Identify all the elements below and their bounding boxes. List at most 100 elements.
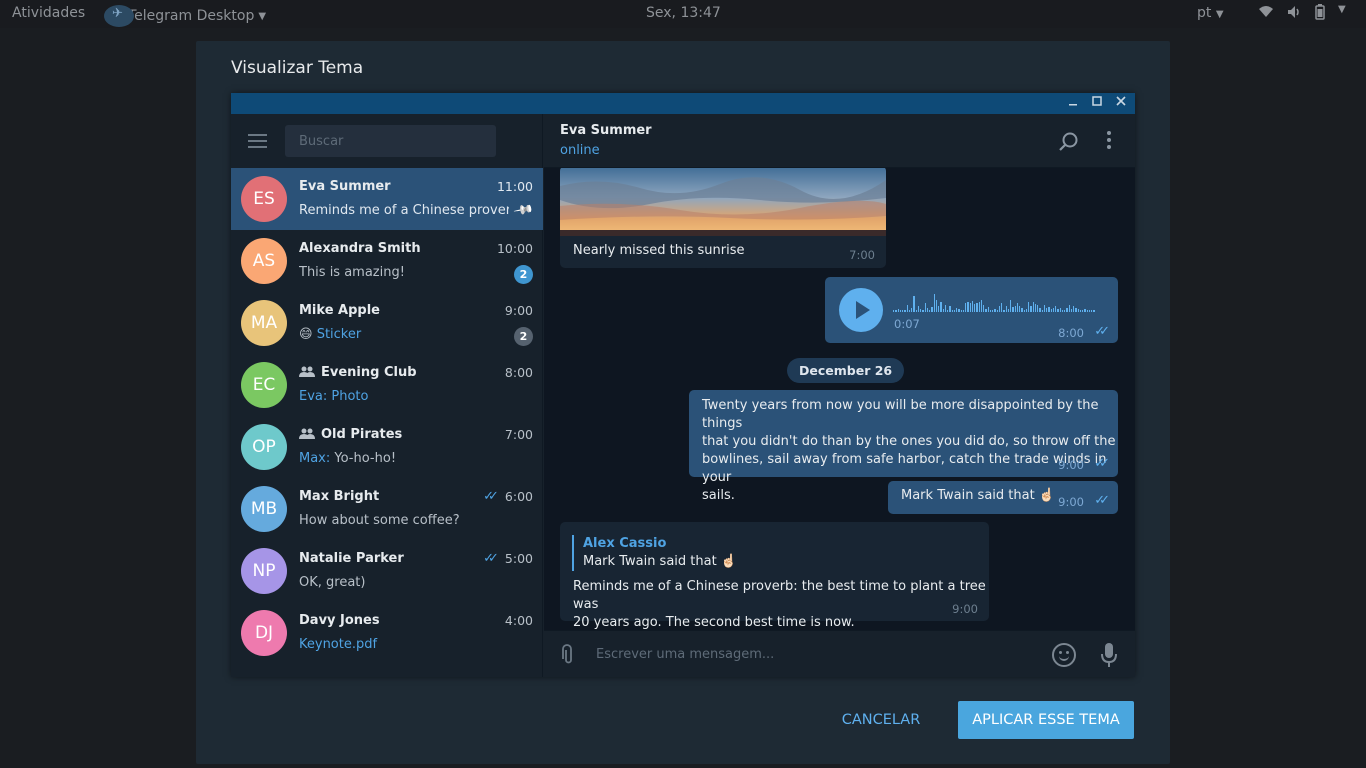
chat-list-item[interactable]: MA Mike Apple 9:00 😄 Sticker 2: [231, 292, 543, 354]
waveform-bar: [897, 309, 899, 312]
waveform-bar: [1014, 306, 1016, 312]
emoji-icon[interactable]: [1052, 643, 1076, 667]
clock[interactable]: Sex, 13:47: [646, 5, 721, 21]
chat-time: 10:00: [497, 241, 533, 256]
photo-message[interactable]: Nearly missed this sunrise 7:00: [560, 168, 886, 268]
peer-status: online: [560, 143, 600, 158]
waveform-bar: [1034, 304, 1036, 312]
voice-waveform[interactable]: [893, 290, 1095, 312]
menu-icon[interactable]: [248, 134, 267, 148]
chat-time-text: 11:00: [496, 179, 533, 194]
waveform-bar: [933, 294, 935, 312]
reply-message[interactable]: Alex Cassio Mark Twain said that ☝🏻 Remi…: [560, 522, 989, 630]
chat-time-text: 7:00: [504, 427, 533, 442]
chat-time: 9:00: [505, 303, 533, 318]
message-time: 8:00: [1058, 326, 1084, 340]
attach-icon[interactable]: [551, 638, 582, 669]
cancel-button[interactable]: CANCELAR: [828, 701, 934, 739]
language-label: pt: [1197, 5, 1212, 21]
waveform-bar: [1093, 310, 1095, 312]
waveform-bar: [974, 304, 976, 312]
waveform-bar: [1028, 302, 1030, 312]
microphone-icon[interactable]: [1101, 642, 1117, 668]
more-options-icon[interactable]: [1104, 131, 1114, 151]
waveform-bar: [958, 309, 960, 312]
waveform-bar: [1088, 310, 1090, 312]
chat-name-text: Old Pirates: [321, 427, 403, 442]
chat-list-item[interactable]: OP Old Pirates 7:00 Max: Yo-ho-ho!: [231, 416, 543, 478]
waveform-bar: [915, 310, 917, 312]
close-icon[interactable]: [1111, 94, 1131, 112]
outgoing-message[interactable]: Twenty years from now you will be more d…: [689, 390, 1118, 503]
activities-button[interactable]: Atividades: [12, 5, 85, 21]
avatar: EC: [241, 362, 287, 408]
outgoing-message[interactable]: Mark Twain said that ☝🏻 9:00 ✓✓: [888, 481, 1118, 514]
app-menu[interactable]: Telegram Desktop ▼: [104, 5, 266, 27]
waveform-bar: [1052, 308, 1054, 312]
waveform-bar: [1019, 306, 1021, 312]
unread-badge: 2: [514, 265, 533, 284]
waveform-bar: [1005, 306, 1007, 312]
maximize-icon[interactable]: [1087, 94, 1107, 112]
chat-name: Alexandra Smith: [299, 241, 421, 256]
chat-header: Eva Summer online: [544, 114, 1135, 168]
message-time: 9:00: [1058, 495, 1084, 509]
volume-icon: [1288, 6, 1299, 18]
message-composer: [544, 630, 1135, 677]
chevron-down-icon: ▼: [1338, 4, 1346, 15]
waveform-bar: [1032, 302, 1034, 312]
chat-list-item[interactable]: DJ Davy Jones 4:00 Keynote.pdf: [231, 602, 543, 664]
search-input[interactable]: [285, 125, 496, 157]
minimize-icon[interactable]: [1063, 94, 1083, 112]
sunrise-photo[interactable]: [560, 168, 886, 236]
theme-preview-dialog: Visualizar Tema ES Eva Summer 11:00 Reminds…: [196, 41, 1170, 764]
waveform-bar: [1046, 308, 1048, 312]
chat-name: Davy Jones: [299, 613, 380, 628]
search-icon[interactable]: [1058, 131, 1080, 153]
reply-author[interactable]: Alex Cassio: [583, 536, 666, 551]
avatar: MB: [241, 486, 287, 532]
chat-list-item[interactable]: MB Max Bright ✓✓ 6:00 How about some coffee?: [231, 478, 543, 540]
message-line: 20 years ago. The second best time is no…: [573, 615, 855, 630]
waveform-bar: [951, 310, 953, 312]
chat-list-item[interactable]: NP Natalie Parker ✓✓ 5:00 OK, great): [231, 540, 543, 602]
chat-time: ✓✓ 6:00: [483, 489, 533, 504]
waveform-bar: [1041, 310, 1043, 312]
waveform-bar: [893, 310, 895, 312]
system-top-bar: Atividades Telegram Desktop ▼ Sex, 13:47…: [0, 0, 1366, 28]
waveform-bar: [983, 305, 985, 312]
waveform-bar: [1003, 310, 1005, 312]
waveform-bar: [1030, 306, 1032, 312]
chat-time: 4:00: [505, 613, 533, 628]
waveform-bar: [906, 305, 908, 312]
waveform-bar: [917, 306, 919, 312]
theme-preview-window: ES Eva Summer 11:00 Reminds me of a Chinese…: [231, 93, 1135, 677]
waveform-bar: [944, 305, 946, 312]
peer-name[interactable]: Eva Summer: [560, 123, 652, 138]
waveform-bar: [967, 302, 969, 312]
group-icon: [299, 428, 315, 442]
waveform-bar: [987, 307, 989, 312]
apply-theme-button[interactable]: APLICAR ESSE TEMA: [958, 701, 1134, 739]
waveform-bar: [1039, 308, 1041, 312]
chat-list-item[interactable]: AS Alexandra Smith 10:00 This is amazing! 2: [231, 230, 543, 292]
message-time: 9:00: [952, 602, 978, 616]
waveform-bar: [980, 300, 982, 312]
chat-list-item[interactable]: EC Evening Club 8:00 Eva: Photo: [231, 354, 543, 416]
waveform-bar: [895, 310, 897, 312]
preview-text: Reminds me of a Chinese proverb...: [299, 203, 509, 218]
message-line: Reminds me of a Chinese proverb: the bes…: [573, 579, 986, 612]
chat-list-item[interactable]: ES Eva Summer 11:00 Reminds me of a Chinese…: [231, 168, 543, 230]
chat-time-text: 10:00: [496, 241, 533, 256]
message-input[interactable]: [596, 641, 1036, 667]
chat-name: Evening Club: [299, 365, 417, 380]
app-name: Telegram Desktop: [128, 8, 255, 24]
waveform-bar: [1021, 308, 1023, 312]
waveform-bar: [989, 310, 991, 312]
system-tray[interactable]: ▼: [1258, 4, 1346, 20]
message-list: Nearly missed this sunrise 7:00 0:07 8:0…: [544, 168, 1135, 630]
language-selector[interactable]: pt ▼: [1197, 5, 1224, 21]
voice-message[interactable]: 0:07 8:00 ✓✓: [825, 277, 1118, 343]
avatar: AS: [241, 238, 287, 284]
play-icon[interactable]: [839, 288, 883, 332]
